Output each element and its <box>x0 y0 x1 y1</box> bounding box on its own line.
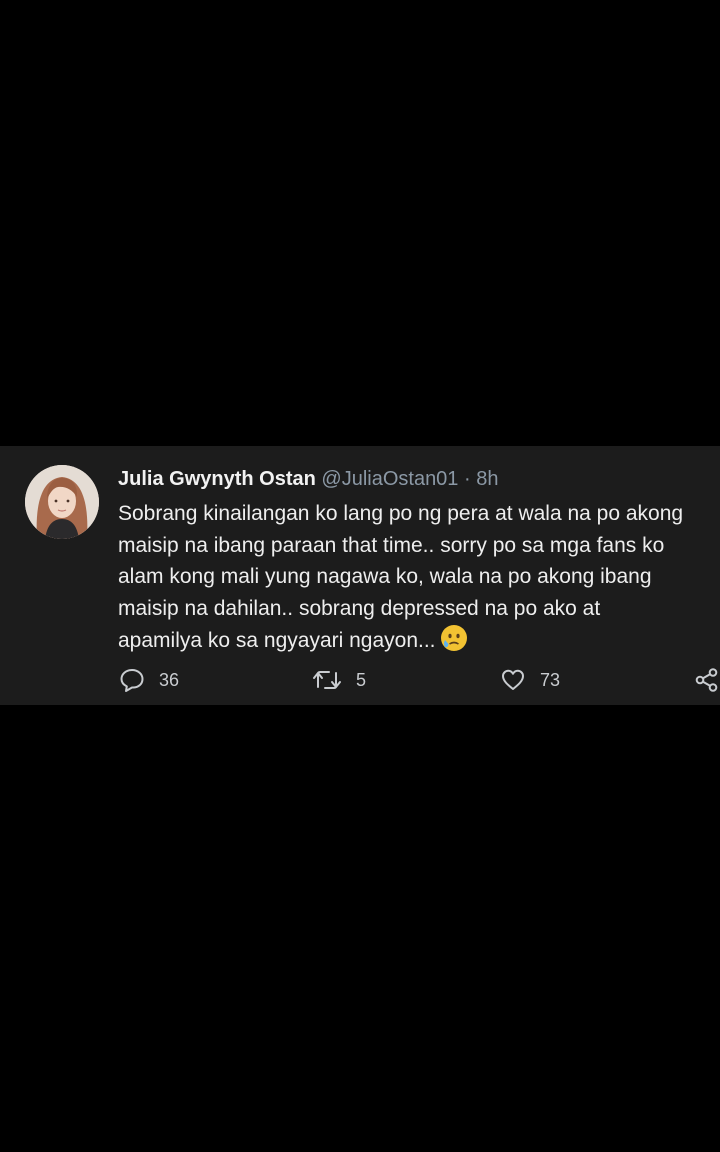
tweet-card[interactable]: Julia Gwynyth Ostan @JuliaOstan01 · 8h S… <box>0 446 720 705</box>
tweet-text-line: alam kong mali yung nagawa ko, wala na p… <box>118 565 652 588</box>
share-icon <box>695 668 718 692</box>
tweet-text-line: apamilya ko sa ngyayari ngayon... <box>118 629 436 652</box>
reply-count: 36 <box>159 669 180 690</box>
tweet-text: Sobrang kinailangan ko lang po ng pera a… <box>118 498 718 662</box>
tweet-text-line: Sobrang kinailangan ko lang po ng pera a… <box>118 502 684 525</box>
tweet-header: Julia Gwynyth Ostan @JuliaOstan01 · 8h <box>118 466 498 492</box>
header-separator: · <box>464 468 471 490</box>
tweet-actions: 36 5 73 <box>0 665 720 695</box>
sad-tear-face-emoji <box>440 624 468 662</box>
reply-button[interactable]: 36 <box>119 665 179 695</box>
retweet-button[interactable]: 5 <box>312 665 366 695</box>
author-handle[interactable]: @JuliaOstan01 <box>321 468 458 490</box>
heart-icon <box>502 669 524 690</box>
retweet-count: 5 <box>356 669 367 690</box>
reply-bubble-icon <box>120 669 144 692</box>
tweet-text-line: maisip na dahilan.. sobrang depressed na… <box>118 596 601 620</box>
like-count: 73 <box>540 669 561 690</box>
avatar-image <box>25 465 99 539</box>
tweet-text-last-line: apamilya ko sa ngyayari ngayon... <box>118 624 718 662</box>
share-button[interactable] <box>694 665 720 695</box>
avatar[interactable] <box>25 465 99 539</box>
author-name[interactable]: Julia Gwynyth Ostan <box>118 468 316 490</box>
like-button[interactable]: 73 <box>500 665 560 695</box>
retweet-icon <box>313 671 341 689</box>
tweet-timestamp[interactable]: 8h <box>476 468 498 490</box>
tweet-text-line: maisip na ibang paraan that time.. sorry… <box>118 533 665 557</box>
